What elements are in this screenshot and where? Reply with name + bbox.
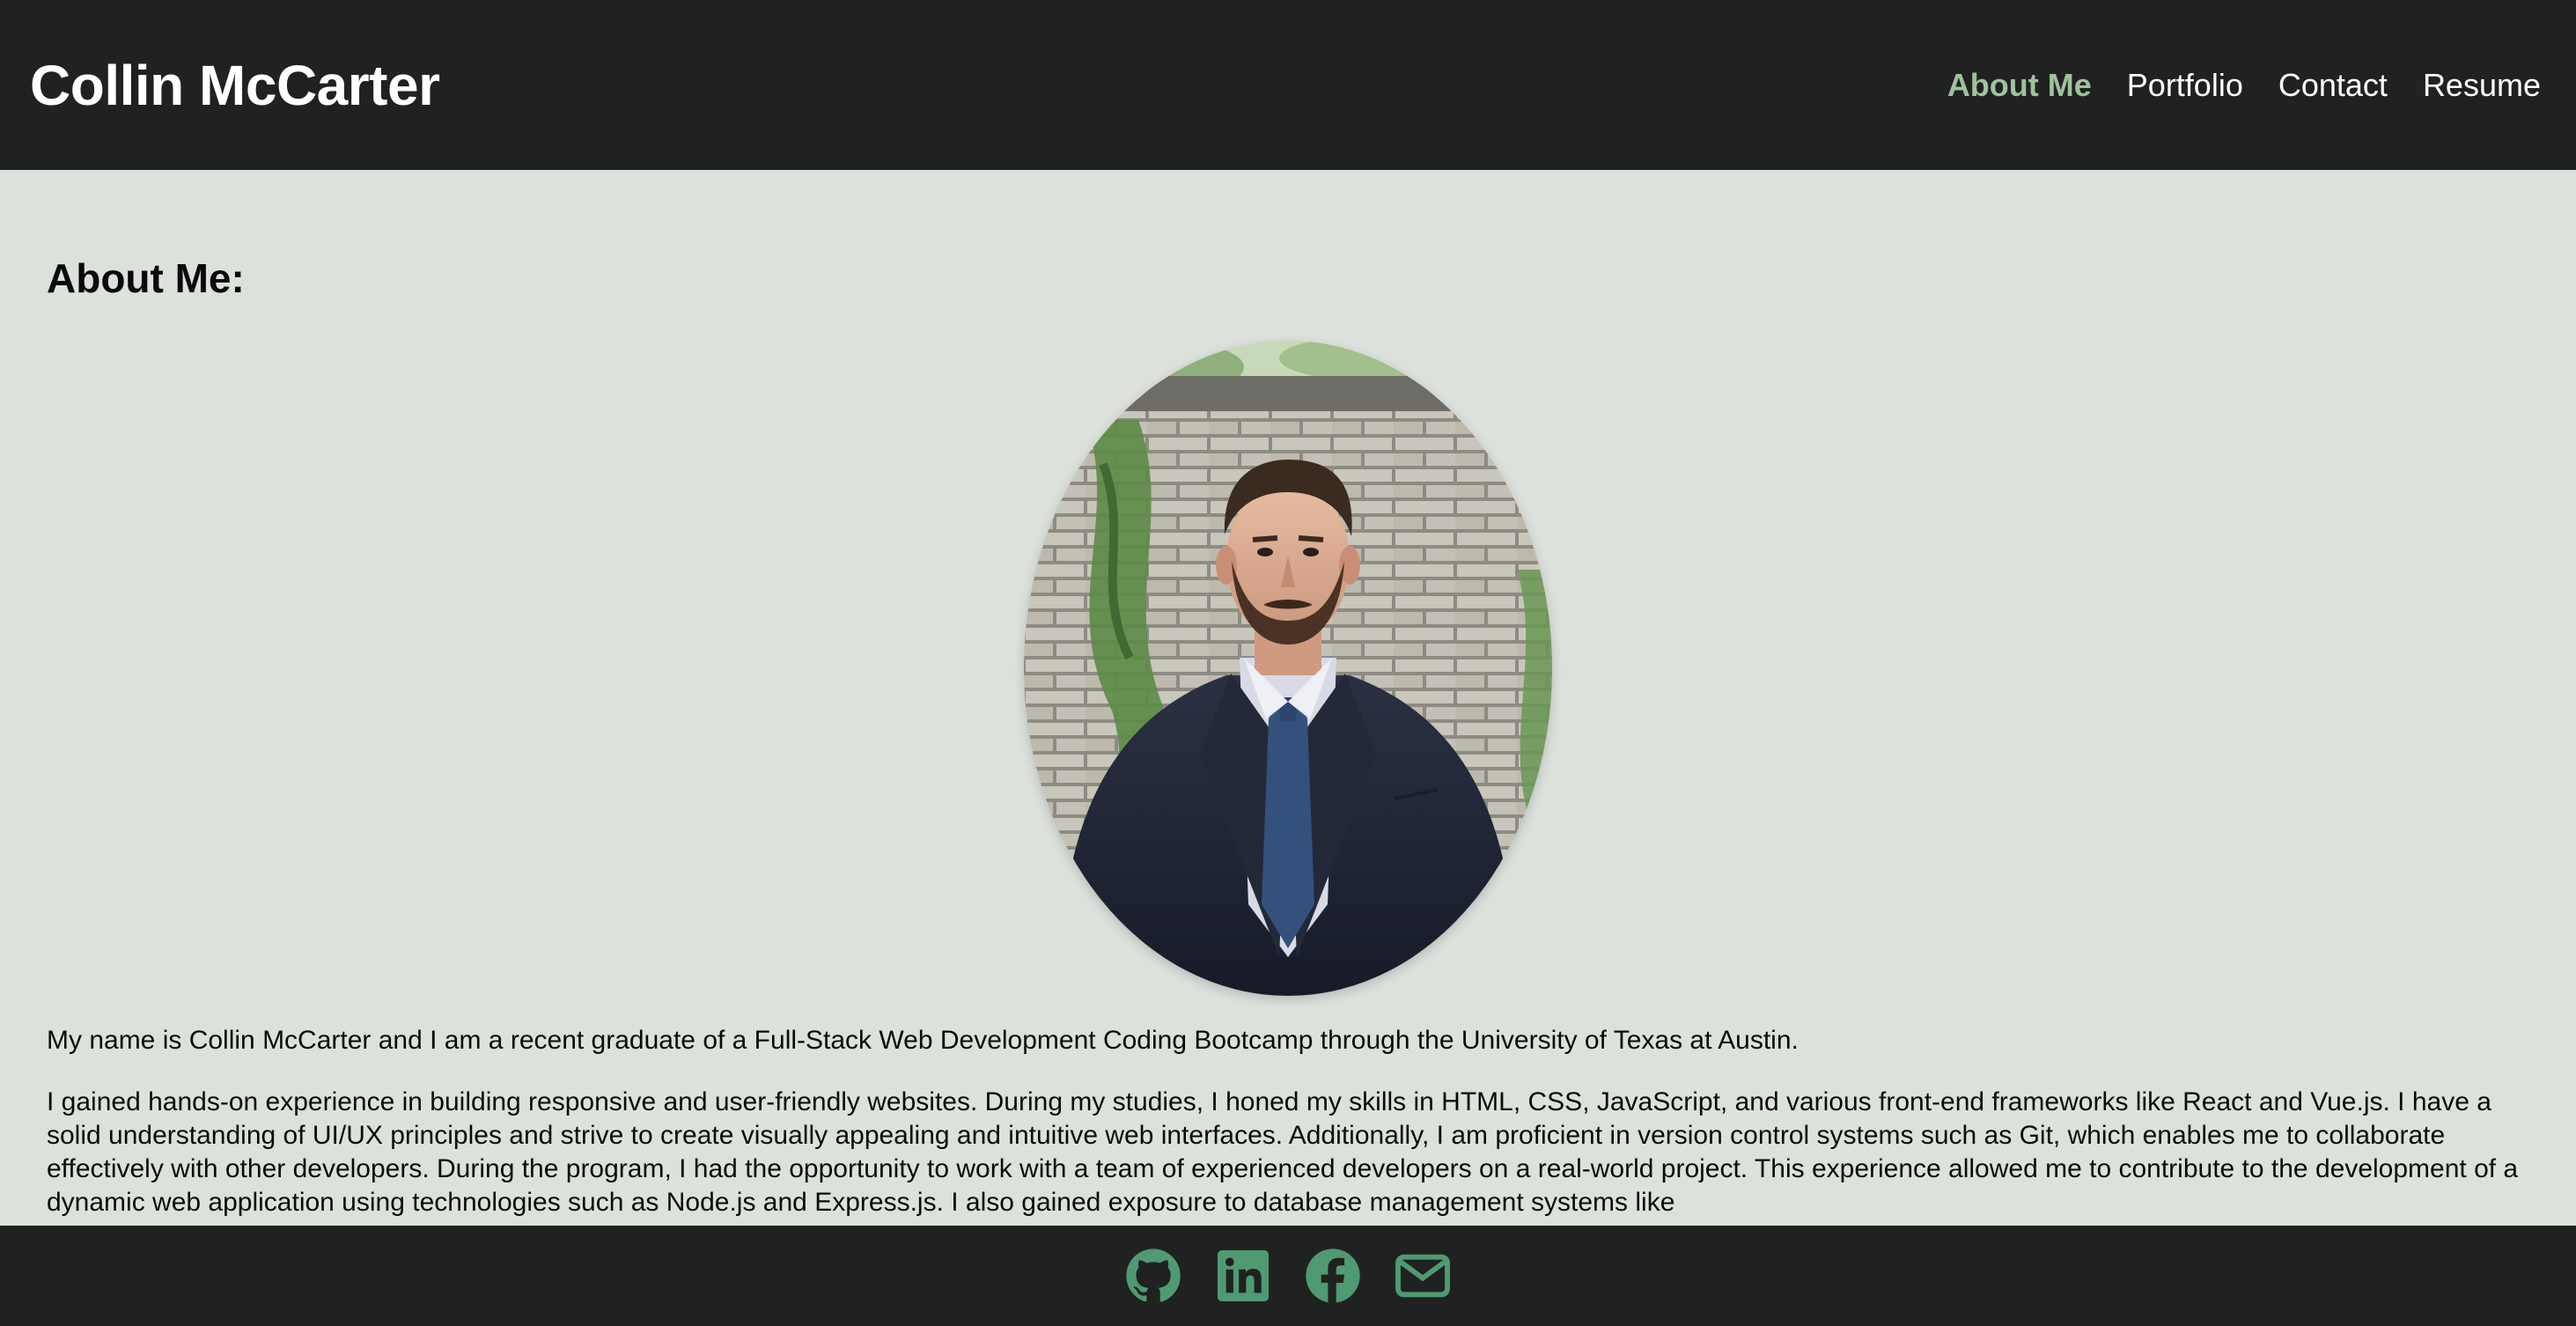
site-footer (0, 1226, 2576, 1326)
section-title: About Me: (47, 255, 245, 301)
facebook-icon[interactable] (1305, 1248, 1361, 1304)
about-section: About Me: My name is Collin McCarter and… (0, 170, 2576, 1226)
portrait-photo-illustration (1024, 341, 1552, 996)
nav-portfolio[interactable]: Portfolio (2127, 67, 2243, 104)
nav-contact[interactable]: Contact (2278, 67, 2388, 104)
linkedin-icon[interactable] (1215, 1248, 1271, 1304)
bio-paragraph-1: My name is Collin McCarter and I am a re… (47, 1026, 1799, 1055)
email-icon[interactable] (1395, 1248, 1451, 1304)
github-icon[interactable] (1125, 1248, 1181, 1304)
site-title[interactable]: Collin McCarter (30, 53, 440, 118)
nav-resume[interactable]: Resume (2423, 67, 2541, 104)
bio-paragraph-2: I gained hands-on experience in building… (47, 1087, 2519, 1217)
profile-photo (1024, 341, 1552, 996)
bio-text: My name is Collin McCarter and I am a re… (47, 1024, 2538, 1226)
site-header: Collin McCarter About Me Portfolio Conta… (0, 0, 2576, 170)
main-nav: About Me Portfolio Contact Resume (1947, 67, 2541, 104)
nav-about-me[interactable]: About Me (1947, 67, 2092, 104)
